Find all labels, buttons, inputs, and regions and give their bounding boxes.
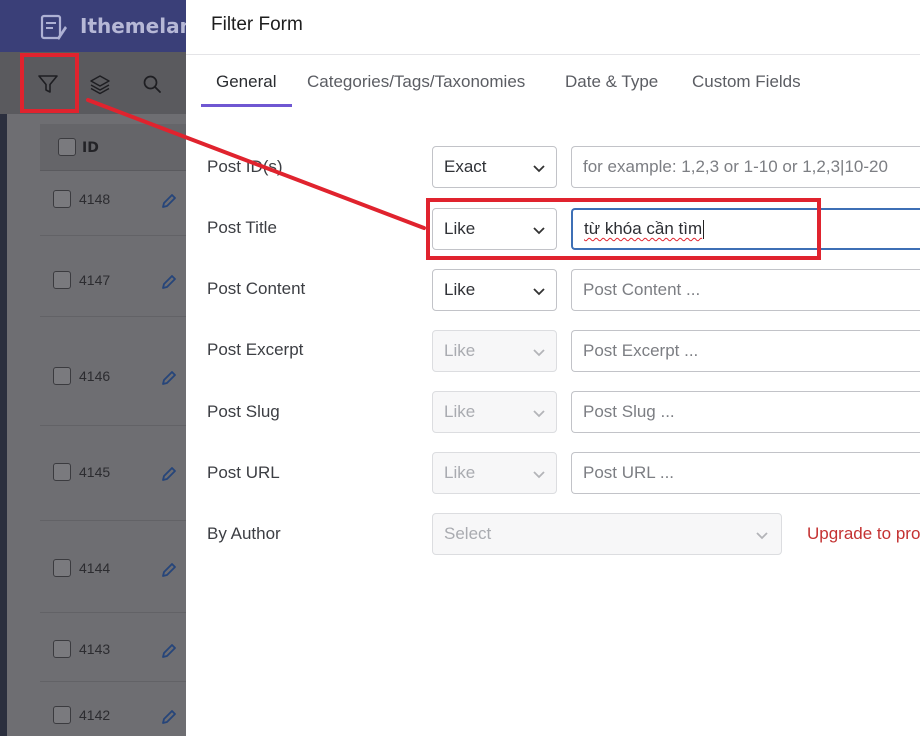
post-url-operator-select: Like	[432, 452, 557, 494]
chevron-down-icon	[533, 349, 545, 357]
bulk-edit-button[interactable]	[80, 62, 120, 106]
upgrade-to-pro-link[interactable]: Upgrade to pro	[807, 524, 920, 544]
row-checkbox[interactable]	[53, 559, 71, 577]
post-ids-input[interactable]: for example: 1,2,3 or 1-10 or 1,2,3|10-2…	[571, 146, 920, 188]
row-divider	[40, 425, 186, 426]
row-checkbox[interactable]	[53, 640, 71, 658]
post-excerpt-input[interactable]: Post Excerpt ...	[571, 330, 920, 372]
chevron-down-icon	[533, 288, 545, 296]
post-ids-operator-select[interactable]: Exact	[432, 146, 557, 188]
post-title-highlight	[426, 198, 821, 260]
tab-custom-fields[interactable]: Custom Fields	[692, 72, 801, 92]
post-slug-operator-select: Like	[432, 391, 557, 433]
author-select: Select	[432, 513, 782, 555]
tab-general[interactable]: General	[216, 72, 276, 92]
row-divider	[40, 316, 186, 317]
row-divider	[40, 612, 186, 613]
post-content-input[interactable]: Post Content ...	[571, 269, 920, 311]
row-id: 4148	[79, 191, 111, 207]
post-url-label: Post URL	[207, 463, 280, 482]
row-id: 4144	[79, 560, 111, 576]
pencil-icon[interactable]	[160, 642, 178, 660]
chevron-down-icon	[533, 410, 545, 418]
post-content-operator-select[interactable]: Like	[432, 269, 557, 311]
post-ids-label: Post ID(s)	[207, 157, 283, 176]
filter-form-modal: Filter Form General Categories/Tags/Taxo…	[186, 0, 920, 736]
row-id: 4147	[79, 272, 111, 288]
chevron-down-icon	[756, 532, 768, 540]
post-slug-label: Post Slug	[207, 402, 280, 421]
row-checkbox[interactable]	[53, 367, 71, 385]
left-strip	[0, 52, 7, 736]
filter-button-highlight	[20, 53, 79, 113]
logo-icon	[40, 14, 67, 40]
search-icon	[143, 75, 161, 93]
post-slug-input[interactable]: Post Slug ...	[571, 391, 920, 433]
post-content-label: Post Content	[207, 279, 306, 298]
row-divider	[40, 681, 186, 682]
row-id: 4146	[79, 368, 111, 384]
pencil-icon[interactable]	[160, 465, 178, 483]
row-checkbox[interactable]	[53, 271, 71, 289]
row-checkbox[interactable]	[53, 463, 71, 481]
row-id: 4142	[79, 707, 111, 723]
post-title-label: Post Title	[207, 218, 277, 237]
pencil-icon[interactable]	[160, 561, 178, 579]
modal-divider	[186, 54, 920, 55]
row-checkbox[interactable]	[53, 190, 71, 208]
by-author-label: By Author	[207, 524, 281, 543]
post-url-operator-value: Like	[444, 463, 476, 482]
row-divider	[40, 520, 186, 521]
post-excerpt-operator-value: Like	[444, 341, 476, 360]
row-id: 4145	[79, 464, 111, 480]
row-id: 4143	[79, 641, 111, 657]
post-slug-operator-value: Like	[444, 402, 476, 421]
pencil-icon[interactable]	[160, 273, 178, 291]
modal-title: Filter Form	[211, 14, 303, 35]
post-excerpt-label: Post Excerpt	[207, 340, 304, 359]
chevron-down-icon	[533, 165, 545, 173]
chevron-down-icon	[533, 471, 545, 479]
row-divider	[40, 235, 186, 236]
author-select-placeholder: Select	[444, 524, 492, 543]
post-url-input[interactable]: Post URL ...	[571, 452, 920, 494]
tab-categories-tags-taxonomies[interactable]: Categories/Tags/Taxonomies	[307, 72, 525, 92]
select-all-checkbox[interactable]	[58, 138, 76, 156]
search-button[interactable]	[132, 62, 172, 106]
post-content-operator-value: Like	[444, 280, 476, 299]
tab-date-type[interactable]: Date & Type	[565, 72, 658, 92]
pencil-icon[interactable]	[160, 708, 178, 726]
layers-icon	[90, 75, 110, 95]
post-ids-operator-value: Exact	[444, 157, 487, 176]
id-column-header: ID	[82, 140, 99, 156]
row-checkbox[interactable]	[53, 706, 71, 724]
post-excerpt-operator-select: Like	[432, 330, 557, 372]
active-tab-indicator	[201, 104, 292, 107]
pencil-icon[interactable]	[160, 369, 178, 387]
pencil-icon[interactable]	[160, 192, 178, 210]
